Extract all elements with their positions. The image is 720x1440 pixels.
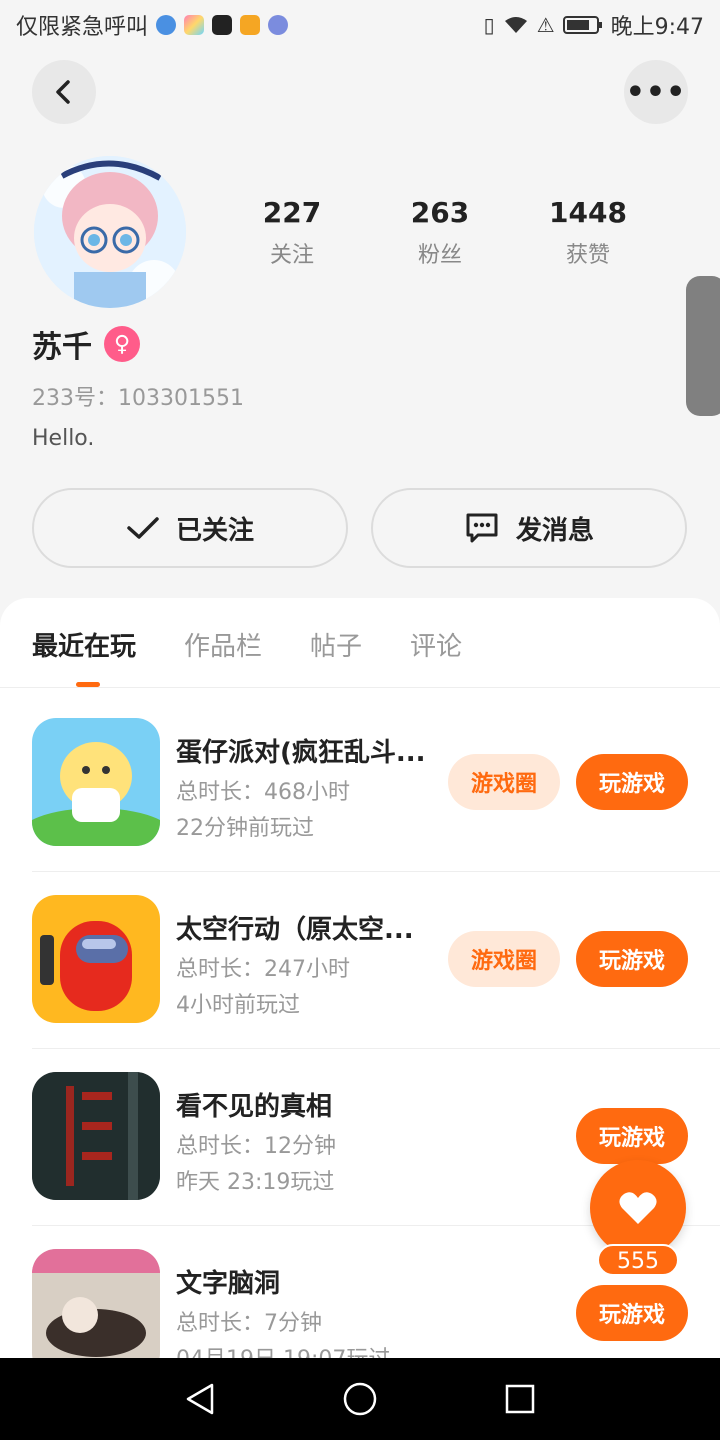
user-id: 233号：103301551 (32, 386, 244, 411)
tab-works[interactable]: 作品栏 (184, 626, 262, 663)
game-icon (32, 718, 160, 846)
avatar-illustration (34, 156, 186, 308)
eggy-party-icon (32, 718, 160, 846)
music-app-icon (268, 15, 289, 35)
game-duration: 总时长：7分钟 (176, 1311, 322, 1336)
game-circle-button[interactable]: 游戏圈 (448, 931, 560, 987)
play-game-button[interactable]: 玩游戏 (576, 1285, 688, 1341)
game-last-played: 昨天 23:19玩过 (176, 1170, 335, 1195)
tab-comments[interactable]: 评论 (410, 626, 462, 663)
stat-likes[interactable]: 1448 获赞 (514, 196, 662, 269)
game-last-played: 22分钟前玩过 (176, 816, 314, 841)
status-left: 仅限紧急呼叫 (16, 9, 289, 41)
stat-value: 227 (262, 196, 322, 229)
play-game-button[interactable]: 玩游戏 (576, 931, 688, 987)
like-button[interactable] (590, 1160, 686, 1256)
browser-app-icon (156, 15, 177, 35)
checkmark-icon (127, 517, 159, 539)
video-app-icon (240, 15, 261, 35)
female-icon: ♀ (104, 326, 140, 362)
game-circle-button[interactable]: 游戏圈 (448, 754, 560, 810)
tab-posts[interactable]: 帖子 (310, 626, 362, 663)
heart-icon (619, 1192, 657, 1224)
send-message-label: 发消息 (515, 515, 594, 546)
divider (32, 871, 720, 872)
game-duration: 总时长：468小时 (176, 780, 350, 805)
clock: 晚上9:47 (610, 15, 704, 40)
like-count: 555 (597, 1244, 679, 1276)
nav-back-button[interactable] (180, 1379, 220, 1419)
nav-home-button[interactable] (340, 1379, 380, 1419)
game-duration: 总时长：12分钟 (176, 1134, 336, 1159)
send-message-button[interactable]: 发消息 (371, 488, 687, 568)
status-right: ▯ ⚠ 晚上9:47 (484, 9, 704, 41)
divider (0, 687, 720, 688)
chat-bubble-icon (466, 513, 498, 543)
user-bio: Hello. (32, 426, 95, 451)
username: 苏千 (32, 330, 92, 365)
stat-value: 1448 (549, 196, 627, 229)
wifi-icon (504, 17, 527, 33)
game-icon (32, 1072, 160, 1200)
stat-label: 关注 (269, 243, 314, 268)
divider (32, 1048, 720, 1049)
game-name: 文字脑洞 (176, 1269, 281, 1299)
game-last-played: 4小时前玩过 (176, 993, 300, 1018)
chevron-left-icon (56, 80, 70, 104)
list-item[interactable]: 蛋仔派对(疯狂乱斗... 总时长：468小时 22分钟前玩过 游戏圈 玩游戏 (32, 696, 720, 872)
stat-followers[interactable]: 263 粉丝 (366, 196, 514, 269)
more-button[interactable]: ••• (624, 60, 688, 124)
profile-stats: 227 关注 263 粉丝 1448 获赞 (218, 196, 662, 269)
name-row: 苏千 ♀ (32, 322, 140, 366)
system-nav-bar (0, 1358, 720, 1440)
triangle-back-icon (186, 1383, 214, 1415)
followed-label: 已关注 (175, 515, 254, 546)
stat-following[interactable]: 227 关注 (218, 196, 366, 269)
nav-recents-button[interactable] (500, 1379, 540, 1419)
game-name: 太空行动（原太空... (176, 915, 414, 945)
avatar[interactable] (34, 156, 186, 308)
battery-icon (562, 16, 602, 34)
square-recents-icon (505, 1384, 535, 1414)
space-action-icon (32, 895, 160, 1023)
stat-value: 263 (410, 196, 470, 229)
play-game-button[interactable]: 玩游戏 (576, 1108, 688, 1164)
vibrate-icon: ▯ (483, 13, 495, 37)
tab-recently-played[interactable]: 最近在玩 (32, 626, 136, 663)
game-duration: 总时长：247小时 (176, 957, 350, 982)
side-drawer-handle[interactable] (686, 276, 720, 416)
capcut-app-icon (212, 15, 233, 35)
invisible-truth-icon (32, 1072, 160, 1200)
play-game-button[interactable]: 玩游戏 (576, 754, 688, 810)
game-icon (32, 895, 160, 1023)
profile-tabs: 最近在玩 作品栏 帖子 评论 (32, 626, 462, 663)
alert-icon: ⚠ (536, 13, 555, 37)
stat-label: 粉丝 (417, 243, 462, 268)
game-name: 看不见的真相 (176, 1092, 333, 1122)
game-name: 蛋仔派对(疯狂乱斗... (176, 738, 426, 768)
followed-button[interactable]: 已关注 (32, 488, 348, 568)
list-item[interactable]: 太空行动（原太空... 总时长：247小时 4小时前玩过 游戏圈 玩游戏 (32, 873, 720, 1049)
carrier-text: 仅限紧急呼叫 (16, 15, 149, 40)
gallery-app-icon (184, 15, 205, 35)
circle-home-icon (343, 1382, 377, 1416)
back-button[interactable] (32, 60, 96, 124)
status-bar: 仅限紧急呼叫 ▯ ⚠ 晚上9:47 (0, 0, 720, 50)
more-dots-icon: ••• (625, 74, 687, 110)
stat-label: 获赞 (565, 243, 610, 268)
